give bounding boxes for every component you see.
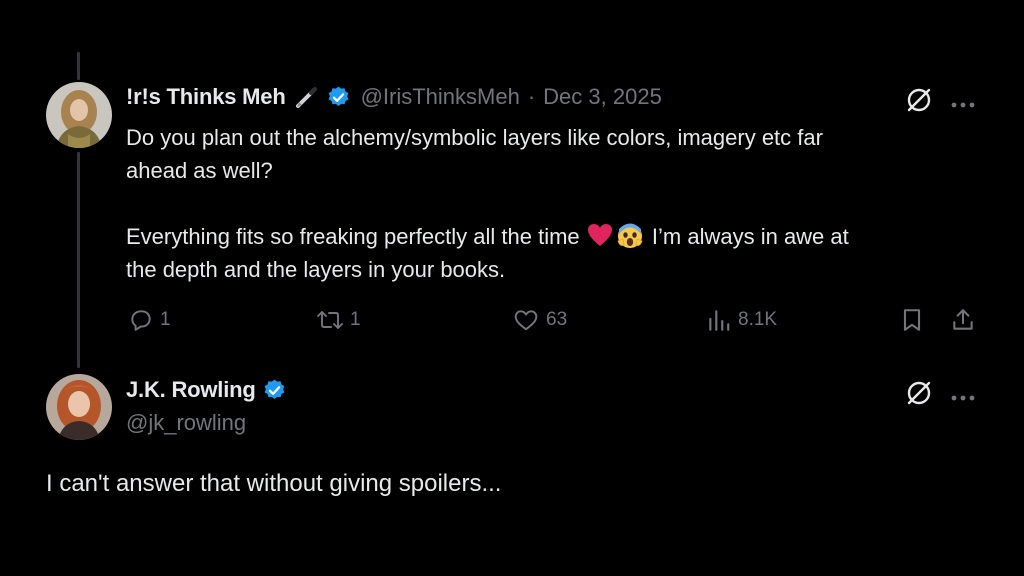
reply-text: I can't answer that without giving spoil…	[46, 470, 502, 497]
share-button[interactable]	[950, 307, 976, 333]
tweet-header: !r!s Thinks Meh @IrisThinksMeh · Dec 3, …	[126, 84, 662, 110]
verified-badge-icon[interactable]	[262, 378, 287, 403]
views-count: 8.1K	[738, 309, 778, 330]
share-icon	[953, 309, 973, 330]
repost-button[interactable]: 1	[316, 307, 361, 333]
verified-badge-icon[interactable]	[326, 85, 351, 110]
pen-emoji-icon	[294, 84, 320, 110]
grok-icon[interactable]	[905, 86, 933, 119]
thread-line	[77, 152, 80, 368]
reply-button[interactable]: 1	[128, 307, 171, 333]
tweet-text-segment: I’m always in awe at	[651, 224, 849, 249]
bookmark-button[interactable]	[899, 307, 925, 333]
screaming-face-emoji	[616, 221, 644, 249]
repost-icon	[317, 311, 343, 329]
reply-handle-row: @jk_rowling	[126, 410, 246, 436]
views-icon	[709, 310, 730, 331]
handle[interactable]: @jk_rowling	[126, 410, 246, 436]
display-name[interactable]: !r!s Thinks Meh	[126, 84, 286, 110]
views-button[interactable]: 8.1K	[706, 307, 777, 333]
grok-icon[interactable]	[905, 379, 933, 412]
reply-icon	[131, 310, 151, 331]
tweet-text-line-1: Do you plan out the alchemy/symbolic lay…	[126, 125, 823, 150]
more-icon[interactable]	[950, 96, 976, 114]
like-count: 63	[546, 309, 568, 330]
handle[interactable]: @IrisThinksMeh	[361, 84, 520, 110]
thread-line-top	[77, 52, 80, 80]
tweet-text-segment: Everything fits so freaking perfectly al…	[126, 224, 580, 249]
red-heart-emoji	[586, 221, 614, 249]
reply-header: J.K. Rowling	[126, 377, 297, 403]
reply-count: 1	[160, 309, 171, 330]
more-icon[interactable]	[950, 389, 976, 407]
avatar-iris[interactable]	[46, 82, 112, 148]
bookmark-icon	[903, 309, 921, 331]
tweet-text-line-4: the depth and the layers in your books.	[126, 257, 506, 282]
repost-count: 1	[350, 309, 361, 330]
display-name[interactable]: J.K. Rowling	[126, 377, 256, 403]
avatar-jk-rowling[interactable]	[46, 374, 112, 440]
like-button[interactable]: 63	[512, 307, 567, 333]
like-icon	[514, 310, 538, 331]
separator: ·	[527, 84, 536, 109]
tweet-text-line-3: Everything fits so freaking perfectly al…	[126, 220, 849, 253]
timestamp[interactable]: Dec 3, 2025	[543, 84, 662, 110]
tweet-text-line-2: ahead as well?	[126, 158, 273, 183]
